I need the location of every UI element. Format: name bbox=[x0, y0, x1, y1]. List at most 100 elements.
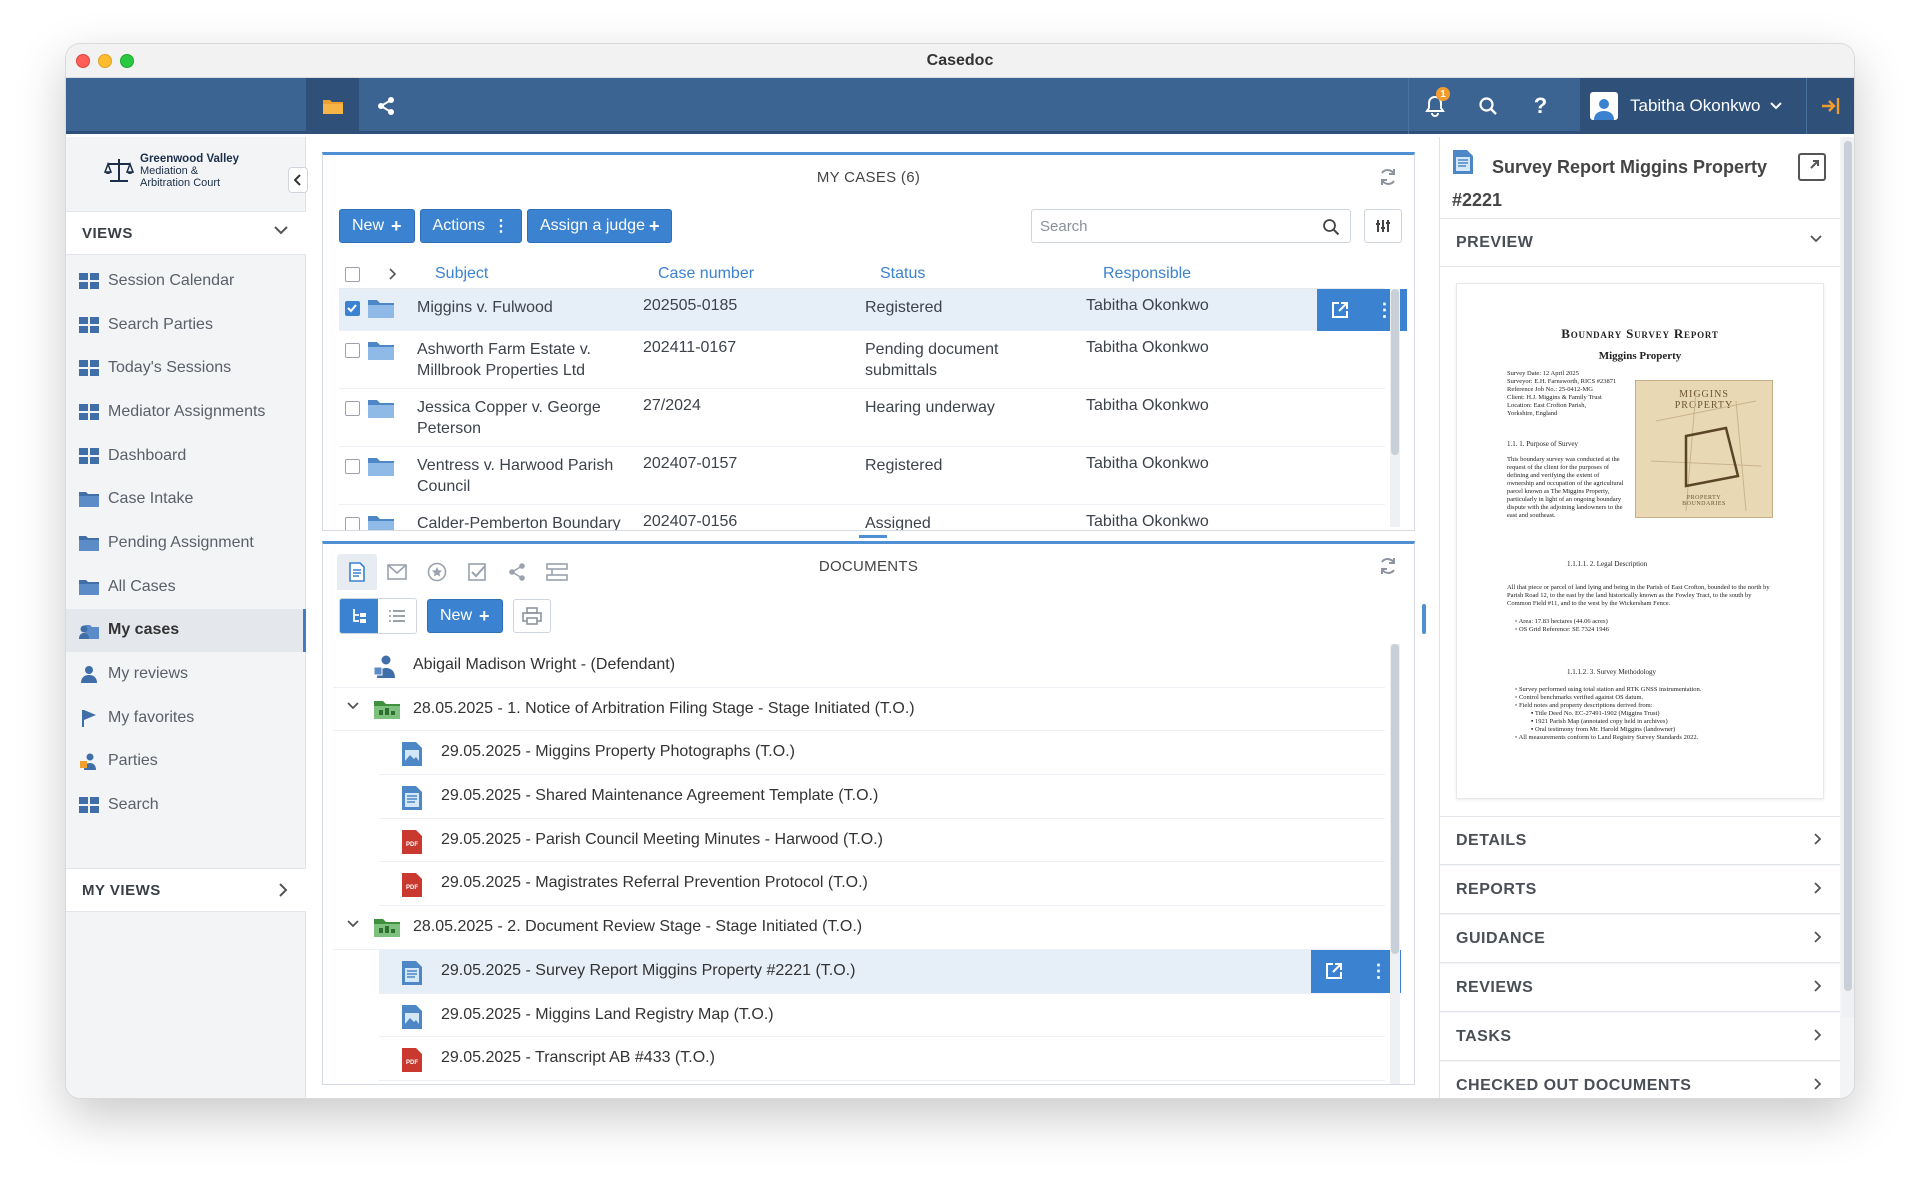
chevron-right-icon bbox=[1814, 980, 1822, 992]
column-responsible[interactable]: Responsible bbox=[1103, 265, 1191, 283]
sidebar-item-dashboard[interactable]: Dashboard bbox=[66, 434, 306, 478]
user-menu[interactable]: Tabitha Okonkwo bbox=[1580, 78, 1806, 134]
actions-button[interactable]: Actions ⋮ bbox=[419, 209, 522, 243]
preview-page[interactable]: Boundary Survey Report Miggins Property … bbox=[1456, 283, 1824, 799]
tree-node-document[interactable]: PDF 29.05.2025 - Parish Council Meeting … bbox=[379, 819, 1385, 863]
row-checkbox[interactable] bbox=[345, 401, 360, 416]
sidebar-item-all-cases[interactable]: All Cases bbox=[66, 565, 306, 609]
table-row[interactable]: Jessica Copper v. George Peterson 27/202… bbox=[339, 389, 1385, 447]
help-button[interactable]: ? bbox=[1514, 78, 1567, 134]
tree-node-document[interactable]: 29.05.2025 - Shared Maintenance Agreemen… bbox=[379, 775, 1385, 819]
case-status: Hearing underway bbox=[865, 399, 995, 416]
user-icon bbox=[1594, 99, 1614, 120]
notifications-button[interactable]: 1 bbox=[1408, 78, 1461, 134]
tree-node-document[interactable]: 29.05.2025 - Miggins Property Photograph… bbox=[379, 731, 1385, 776]
global-search-button[interactable] bbox=[1461, 78, 1514, 134]
tree-node-document-selected[interactable]: 29.05.2025 - Survey Report Miggins Prope… bbox=[379, 949, 1401, 994]
tree-node-stage[interactable]: 28.05.2025 - 2. Document Review Stage - … bbox=[333, 906, 1385, 950]
section-details[interactable]: DETAILS bbox=[1440, 817, 1840, 865]
tree-node-document[interactable]: 29.05.2025 - Miggins Land Registry Map (… bbox=[379, 994, 1385, 1038]
window-title: Casedoc bbox=[926, 52, 994, 69]
sidebar-item-mediator-assignments[interactable]: Mediator Assignments bbox=[66, 390, 306, 434]
chevron-right-icon bbox=[1814, 931, 1822, 943]
tree-node-stage[interactable]: 28.05.2025 - 1. Notice of Arbitration Fi… bbox=[333, 688, 1385, 732]
right-panel-resize-handle[interactable] bbox=[1422, 604, 1426, 634]
section-reviews[interactable]: REVIEWS bbox=[1440, 964, 1840, 1012]
assign-judge-button[interactable]: Assign a judge + bbox=[527, 209, 673, 243]
views-header[interactable]: VIEWS bbox=[66, 211, 306, 255]
new-document-button[interactable]: New + bbox=[427, 599, 503, 633]
table-row[interactable]: Miggins v. Fulwood 202505-0185 Registere… bbox=[339, 289, 1407, 331]
cases-search-input[interactable]: Search bbox=[1031, 209, 1351, 243]
column-subject[interactable]: Subject bbox=[435, 265, 488, 283]
print-button[interactable] bbox=[512, 599, 551, 633]
row-checkbox[interactable] bbox=[345, 459, 360, 474]
column-status[interactable]: Status bbox=[880, 265, 925, 283]
collapse-sidebar-button[interactable] bbox=[288, 167, 308, 193]
pdf-icon: PDF bbox=[401, 872, 423, 903]
cases-folder-button[interactable] bbox=[306, 78, 359, 134]
sidebar-item-search[interactable]: Search bbox=[66, 783, 306, 827]
expand-all-icon[interactable] bbox=[389, 268, 397, 280]
tree-node-document[interactable]: PDF 29.05.2025 - Transcript AB #433 (T.O… bbox=[379, 1037, 1385, 1081]
documents-scrollbar[interactable] bbox=[1390, 644, 1400, 1084]
chevron-down-icon[interactable] bbox=[347, 702, 359, 710]
sidebar-item-my-favorites[interactable]: My favorites bbox=[66, 696, 306, 740]
open-document-button[interactable] bbox=[1798, 153, 1826, 181]
my-cases-panel: MY CASES (6) New + Actions ⋮ Assign a judg… bbox=[322, 152, 1415, 531]
column-settings-button[interactable] bbox=[1364, 209, 1402, 243]
select-all-checkbox[interactable] bbox=[345, 267, 360, 282]
section-checked-out-documents[interactable]: CHECKED OUT DOCUMENTS bbox=[1440, 1062, 1840, 1098]
row-menu-button[interactable]: ⋮ bbox=[1362, 289, 1407, 331]
my-views-header[interactable]: MY VIEWS bbox=[66, 868, 306, 912]
section-guidance[interactable]: GUIDANCE bbox=[1440, 915, 1840, 963]
row-checkbox[interactable] bbox=[345, 517, 360, 530]
refresh-cases-button[interactable] bbox=[1378, 167, 1398, 192]
scales-icon bbox=[104, 159, 134, 182]
table-row[interactable]: Ventress v. Harwood Parish Council 20240… bbox=[339, 447, 1385, 505]
tree-node-document[interactable]: PDF 29.05.2025 - Magistrates Referral Pr… bbox=[379, 862, 1385, 907]
row-checkbox[interactable] bbox=[345, 301, 360, 316]
property-map-image: MIGGINS PROPERTY PROPERTY BOUNDARIES bbox=[1635, 380, 1773, 518]
table-row[interactable]: Calder-Pemberton Boundary 202407-0156 As… bbox=[339, 505, 1385, 530]
section-reports[interactable]: REPORTS bbox=[1440, 866, 1840, 914]
scroll-thumb[interactable] bbox=[1391, 644, 1399, 954]
tree-node-party[interactable]: Abigail Madison Wright - (Defendant) bbox=[333, 644, 1385, 688]
plus-icon: + bbox=[391, 215, 402, 236]
sidebar-item-session-calendar[interactable]: Session Calendar bbox=[66, 259, 306, 303]
section-tasks[interactable]: TASKS bbox=[1440, 1013, 1840, 1061]
new-case-button[interactable]: New + bbox=[339, 209, 415, 243]
chevron-right-icon bbox=[1814, 882, 1822, 894]
preview-meta-line: Survey Date: 12 April 2025 bbox=[1507, 370, 1579, 377]
refresh-documents-button[interactable] bbox=[1378, 556, 1398, 581]
sidebar-item-case-intake[interactable]: Case Intake bbox=[66, 477, 306, 521]
section-preview[interactable]: PREVIEW bbox=[1440, 219, 1840, 267]
list-view-button[interactable] bbox=[378, 599, 416, 633]
chevron-down-icon[interactable] bbox=[347, 920, 359, 928]
column-case-number[interactable]: Case number bbox=[658, 265, 754, 283]
cases-scrollbar[interactable] bbox=[1390, 289, 1400, 527]
scroll-thumb[interactable] bbox=[1844, 141, 1852, 991]
open-external-button[interactable] bbox=[1317, 289, 1362, 331]
chevron-down-icon bbox=[1770, 102, 1783, 110]
share-button[interactable] bbox=[359, 78, 412, 134]
table-row[interactable]: Ashworth Farm Estate v. Millbrook Proper… bbox=[339, 331, 1385, 389]
row-checkbox[interactable] bbox=[345, 343, 360, 358]
scroll-thumb[interactable] bbox=[1391, 289, 1399, 455]
logout-button[interactable] bbox=[1806, 78, 1854, 134]
sidebar-item-my-reviews[interactable]: My reviews bbox=[66, 652, 306, 696]
open-external-button[interactable] bbox=[1311, 950, 1356, 993]
preview-section-1: 1.1. 1. Purpose of Survey bbox=[1507, 440, 1578, 448]
sidebar-item-my-cases[interactable]: My cases bbox=[66, 608, 306, 653]
panel-splitter-handle[interactable] bbox=[859, 535, 887, 538]
preview-bullet-text: Area: 17.83 hectares (44.06 acres) bbox=[1518, 618, 1608, 625]
preview-bullet: ▪ Title Deed No. EC-27491-1902 (Miggins … bbox=[1531, 710, 1660, 717]
details-scrollbar[interactable] bbox=[1842, 137, 1854, 1017]
sidebar-item-search-parties[interactable]: Search Parties bbox=[66, 303, 306, 347]
sidebar-item-todays-sessions[interactable]: Today's Sessions bbox=[66, 346, 306, 390]
sidebar-item-parties[interactable]: Parties bbox=[66, 740, 306, 784]
sidebar-item-pending-assignment[interactable]: Pending Assignment bbox=[66, 521, 306, 565]
case-subject: Miggins v. Fulwood bbox=[417, 299, 553, 316]
logo-line-1: Greenwood Valley bbox=[140, 153, 240, 165]
tree-view-button[interactable] bbox=[340, 599, 378, 633]
